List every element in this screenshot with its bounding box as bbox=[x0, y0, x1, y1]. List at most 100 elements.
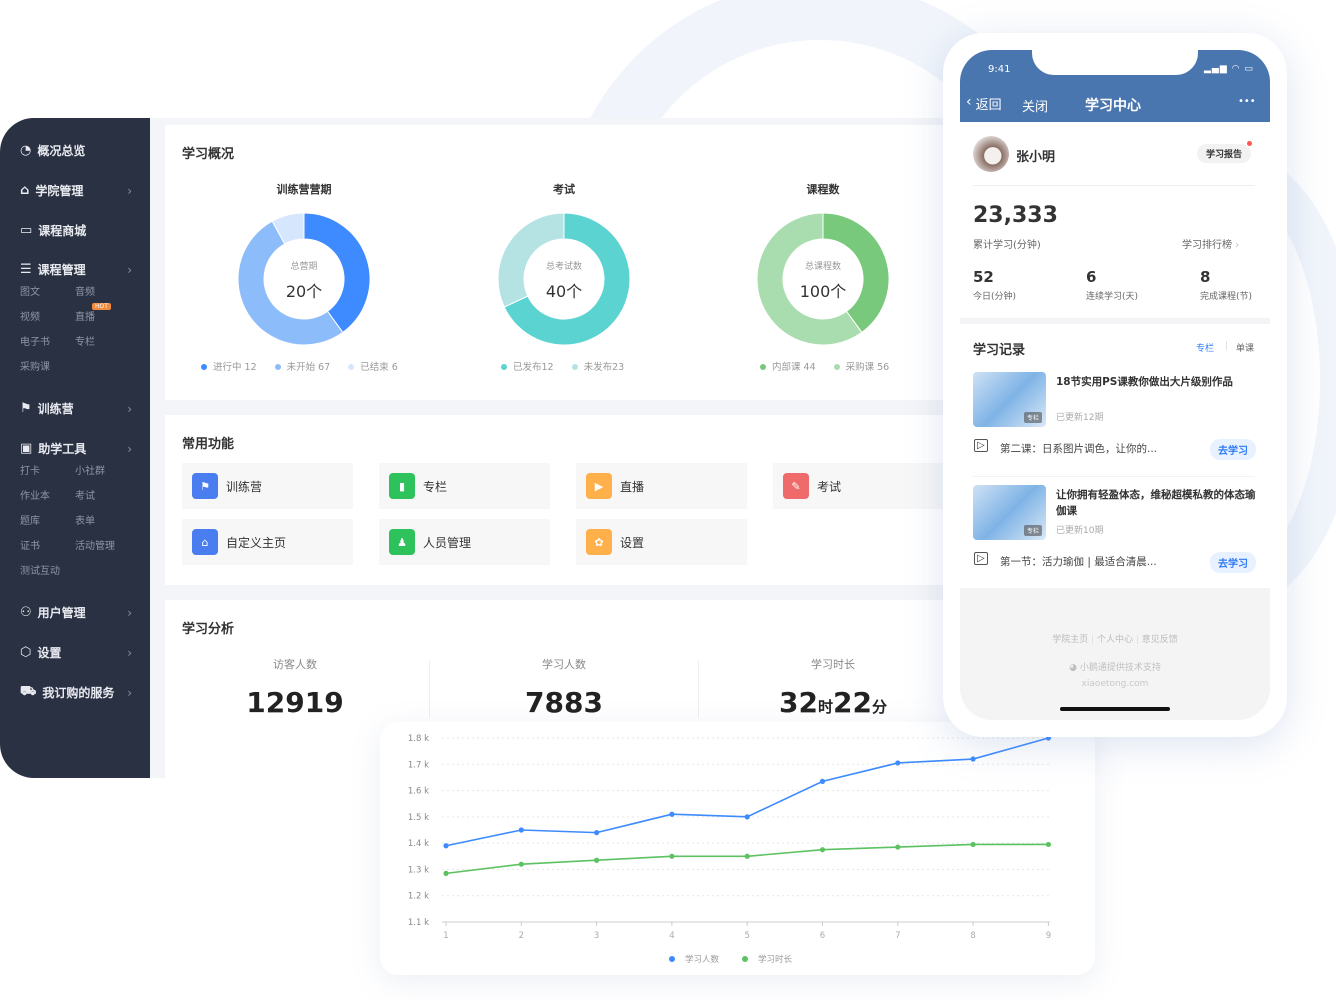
donut-center-label: 总营期 bbox=[290, 262, 318, 272]
sidebar-subitem[interactable]: 题库 bbox=[20, 512, 40, 527]
book-icon: ▭ bbox=[20, 223, 33, 238]
data-point bbox=[744, 814, 750, 820]
main-content: 学习概况 训练营营期 总营期 20个 进行中 12 未开始 67 已结束 6 考试 总考试数 4… bbox=[150, 118, 950, 778]
stat-value: 12919 bbox=[246, 686, 344, 719]
metric: 8 完成课程(节) bbox=[1200, 268, 1252, 302]
sidebar-item-label: 设置 bbox=[37, 646, 62, 660]
function-exam[interactable]: ✎ 考试 bbox=[773, 463, 944, 509]
function-bookmark[interactable]: ▮ 专栏 bbox=[379, 463, 550, 509]
data-point bbox=[970, 756, 976, 762]
sidebar-subitem[interactable]: 作业本 bbox=[20, 487, 50, 502]
legend-marker bbox=[669, 956, 675, 962]
sidebar-item-label: 概况总览 bbox=[37, 144, 86, 158]
sidebar-subitem[interactable]: 电子书 bbox=[20, 333, 50, 348]
course-title[interactable]: 让你拥有轻盈体态，维秘超模私教的体态瑜伽课 bbox=[1056, 487, 1256, 519]
sidebar-subitem[interactable]: 专栏 bbox=[75, 333, 95, 348]
data-point bbox=[970, 841, 976, 848]
sidebar-subitem[interactable]: 音频 bbox=[75, 283, 95, 298]
lesson-title[interactable]: 第一节：活力瑜伽 | 最适合清晨... bbox=[1000, 554, 1157, 569]
back-label: 返回 bbox=[975, 98, 1002, 113]
functions-card: 常用功能 ⚑ 训练营 ▮ 专栏 ▶ 直播 ✎ 考试 ⌂ 自定义主页 ♟ 人员管理 ✿ 设置 bbox=[165, 415, 950, 585]
close-button[interactable]: 关闭 bbox=[1022, 96, 1048, 115]
pie-chart-icon: ◔ bbox=[20, 143, 32, 158]
ranking-link[interactable]: 学习排行榜 › bbox=[1182, 236, 1239, 251]
sidebar-subitem[interactable]: 视频 bbox=[20, 308, 40, 323]
sidebar-item-1[interactable]: ⌂ 学院管理 › bbox=[20, 182, 132, 199]
sidebar-subitem[interactable]: 测试互动 bbox=[20, 562, 60, 577]
chevron-right-icon: › bbox=[127, 183, 132, 198]
stat-label: 访客人数 bbox=[273, 658, 317, 671]
tab-separator: | bbox=[1225, 341, 1229, 351]
tab-column[interactable]: 专栏 bbox=[1196, 341, 1214, 354]
sidebar-subitem[interactable]: 图文 bbox=[20, 283, 40, 298]
legend-item: 内部课 44 bbox=[760, 359, 816, 373]
sidebar-item-0[interactable]: ◔ 概况总览 bbox=[20, 142, 132, 159]
x-tick-label: 2 bbox=[519, 931, 524, 941]
footer-link[interactable]: 学院主页 bbox=[1052, 635, 1088, 645]
function-store[interactable]: ⌂ 自定义主页 bbox=[182, 519, 353, 565]
legend-label[interactable]: 学习人数 bbox=[685, 954, 720, 965]
settings-icon: ⬡ bbox=[20, 645, 32, 660]
play-icon: ▷ bbox=[974, 439, 988, 452]
course-title[interactable]: 18节实用PS课教你做出大片级别作品 bbox=[1056, 374, 1256, 390]
data-point bbox=[819, 847, 826, 853]
go-learn-button[interactable]: 去学习 bbox=[1210, 552, 1256, 573]
status-icons: ▂▄▆ ◠ ▭ bbox=[1204, 64, 1254, 74]
legend-item: 采购课 56 bbox=[834, 359, 890, 373]
divider bbox=[973, 476, 1255, 477]
sidebar-item-2[interactable]: ▭ 课程商城 bbox=[20, 222, 132, 239]
cart-icon: ⛟ bbox=[20, 684, 37, 699]
ranking-label: 学习排行榜 bbox=[1182, 240, 1232, 251]
go-learn-button[interactable]: 去学习 bbox=[1210, 439, 1256, 460]
data-point bbox=[669, 811, 675, 817]
stat-label: 学习人数 bbox=[542, 658, 586, 671]
function-gear[interactable]: ✿ 设置 bbox=[576, 519, 747, 565]
more-icon[interactable]: ••• bbox=[1238, 96, 1256, 107]
sidebar-subitem[interactable]: 打卡 bbox=[20, 462, 40, 477]
sidebar-item-7[interactable]: ⬡ 设置 › bbox=[20, 644, 132, 661]
sidebar-subitem[interactable]: 证书 bbox=[20, 537, 40, 552]
sidebar-item-5[interactable]: ▣ 助学工具 › bbox=[20, 440, 132, 457]
tab-single[interactable]: 单课 bbox=[1236, 341, 1254, 354]
chevron-right-icon: › bbox=[127, 605, 132, 620]
section-divider bbox=[960, 318, 1270, 324]
sidebar-item-label: 课程管理 bbox=[37, 263, 86, 277]
sidebar-item-8[interactable]: ⛟ 我订购的服务 › bbox=[20, 684, 132, 701]
legend-item: 进行中 12 bbox=[201, 359, 257, 373]
store-icon: ⌂ bbox=[20, 183, 30, 198]
chevron-right-icon: › bbox=[127, 441, 132, 456]
divider bbox=[973, 185, 1255, 186]
sidebar-item-6[interactable]: ⚇ 用户管理 › bbox=[20, 604, 132, 621]
phone-notch bbox=[1032, 50, 1198, 75]
phone-header: 9:41 ▂▄▆ ◠ ▭ ‹ 返回 关闭 学习中心 ••• bbox=[960, 50, 1270, 122]
data-point bbox=[443, 870, 449, 876]
sidebar-item-4[interactable]: ⚑ 训练营 › bbox=[20, 400, 132, 417]
report-button[interactable]: 学习报告 bbox=[1197, 144, 1252, 163]
x-tick-label: 5 bbox=[744, 931, 749, 941]
sidebar-subitem[interactable]: 直播 bbox=[75, 308, 95, 323]
sidebar-subitem[interactable]: 小社群 bbox=[75, 462, 105, 477]
function-person[interactable]: ♟ 人员管理 bbox=[379, 519, 550, 565]
home-indicator bbox=[1060, 707, 1170, 711]
x-tick-label: 9 bbox=[1046, 931, 1051, 941]
document-icon: ☰ bbox=[20, 262, 32, 277]
function-training[interactable]: ⚑ 训练营 bbox=[182, 463, 353, 509]
sidebar-subitem[interactable]: 考试 bbox=[75, 487, 95, 502]
line-chart-card: 1.1 k 1.2 k 1.3 k 1.4 k 1.5 k 1.6 k 1.7 k 1.8 k… bbox=[380, 722, 1095, 975]
sidebar-item-label: 课程商城 bbox=[38, 224, 87, 238]
function-tv[interactable]: ▶ 直播 bbox=[576, 463, 747, 509]
sidebar-subitem[interactable]: 活动管理 bbox=[75, 537, 115, 552]
thumbnail-tag: 专栏 bbox=[1023, 412, 1042, 423]
x-tick-label: 6 bbox=[820, 931, 825, 941]
donut-center: 总营期 20个 bbox=[264, 259, 344, 302]
sidebar-subitem[interactable]: 表单 bbox=[75, 512, 95, 527]
course-thumbnail[interactable]: 专栏 bbox=[973, 372, 1046, 427]
back-button[interactable]: ‹ 返回 bbox=[966, 94, 1002, 113]
course-thumbnail[interactable]: 专栏 bbox=[973, 485, 1046, 540]
lesson-title[interactable]: 第二课：日系图片调色，让你的... bbox=[1000, 441, 1157, 456]
legend-label[interactable]: 学习时长 bbox=[758, 954, 793, 965]
footer-link[interactable]: 个人中心 bbox=[1097, 635, 1133, 645]
sidebar-item-3[interactable]: ☰ 课程管理 › bbox=[20, 261, 132, 278]
sidebar-subitem[interactable]: 采购课 bbox=[20, 358, 50, 373]
footer-link[interactable]: 意见反馈 bbox=[1142, 635, 1178, 645]
